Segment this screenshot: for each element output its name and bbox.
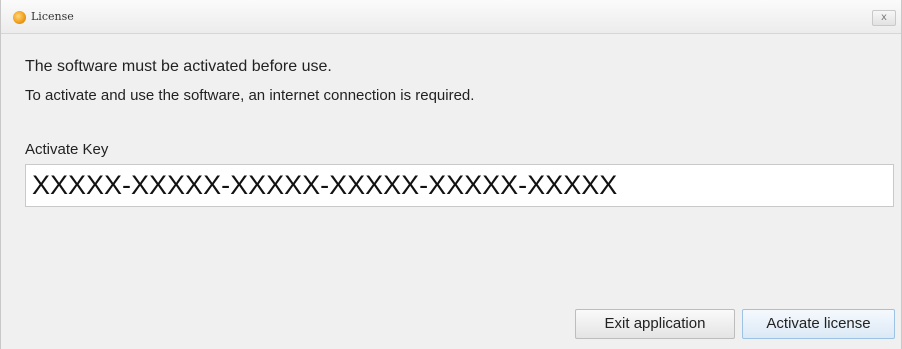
title-bar: License x	[1, 0, 901, 34]
close-button[interactable]: x	[872, 10, 896, 26]
activation-message-line-1: The software must be activated before us…	[25, 58, 332, 75]
window-title: License	[31, 10, 74, 23]
app-logo-icon	[13, 11, 26, 24]
exit-application-button[interactable]: Exit application	[575, 309, 735, 339]
license-dialog: License x The software must be activated…	[0, 0, 902, 349]
close-icon: x	[881, 12, 887, 23]
activation-message-line-2: To activate and use the software, an int…	[25, 87, 475, 104]
activate-key-label: Activate Key	[25, 141, 109, 158]
activate-license-button[interactable]: Activate license	[742, 309, 895, 339]
activate-key-input[interactable]	[25, 164, 894, 207]
